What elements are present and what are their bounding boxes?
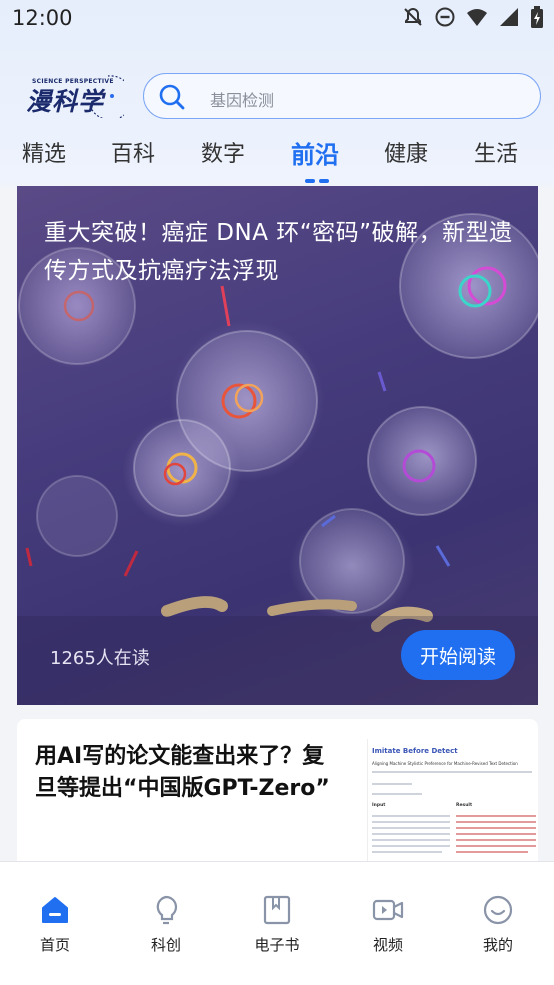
thumbnail-paper-subtitle: Aligning Machine Stylistic Preference fo…: [372, 761, 518, 766]
notifications-off-icon: [402, 6, 424, 28]
nav-ebook[interactable]: 电子书: [237, 894, 317, 955]
search-bar[interactable]: 基因检测: [143, 73, 541, 119]
nav-innovation[interactable]: 科创: [126, 894, 206, 955]
article-card[interactable]: 用AI写的论文能查出来了？复旦等提出“中国版GPT-Zero” Imitate …: [17, 719, 538, 869]
do-not-disturb-icon: [434, 6, 456, 28]
featured-article-card[interactable]: 重大突破！癌症 DNA 环“密码”破解，新型遗传方式及抗癌疗法浮现 1265人在…: [17, 186, 538, 705]
home-icon: [39, 894, 71, 926]
category-tabs: 精选 百科 数字 前沿 健康 生活: [0, 136, 554, 186]
thumbnail-input-heading: Input: [372, 803, 386, 808]
tab-digital[interactable]: 数字: [201, 136, 245, 168]
status-time: 12:00: [12, 6, 73, 30]
nav-profile[interactable]: 我的: [458, 894, 538, 955]
tab-encyclopedia[interactable]: 百科: [111, 136, 155, 168]
search-placeholder: 基因检测: [210, 91, 275, 110]
nav-home-label: 首页: [39, 936, 70, 954]
bottom-navigation: 首页 科创 电子书 视频 我的: [0, 861, 554, 985]
featured-article-title: 重大突破！癌症 DNA 环“密码”破解，新型遗传方式及抗癌疗法浮现: [44, 220, 513, 284]
wifi-icon: [466, 6, 488, 28]
ebook-icon: [261, 894, 293, 926]
nav-innovation-label: 科创: [150, 936, 181, 954]
nav-ebook-label: 电子书: [254, 936, 300, 954]
lightbulb-icon: [150, 894, 182, 926]
search-icon: [158, 83, 186, 111]
thumbnail-result-heading: Result: [456, 803, 473, 808]
tab-health[interactable]: 健康: [384, 136, 428, 168]
tab-life[interactable]: 生活: [474, 136, 518, 168]
nav-video[interactable]: 视频: [348, 894, 428, 955]
active-tab-indicator: [305, 179, 329, 183]
battery-charging-icon: [530, 6, 544, 28]
article-thumbnail: Imitate Before Detect Aligning Machine S…: [367, 739, 538, 869]
nav-profile-label: 我的: [482, 936, 513, 954]
nav-video-label: 视频: [372, 936, 403, 954]
article-title: 用AI写的论文能查出来了？复旦等提出“中国版GPT-Zero”: [35, 744, 330, 801]
signal-icon: [498, 6, 520, 28]
tab-featured[interactable]: 精选: [22, 136, 66, 168]
thumbnail-paper-title: Imitate Before Detect: [372, 747, 458, 755]
status-icons: [402, 6, 544, 28]
profile-smile-icon: [482, 894, 514, 926]
reader-count: 1265人在读: [50, 648, 150, 669]
app-logo: SCIENCE PERSPECTIVE 漫科学: [20, 66, 124, 118]
status-bar: 12:00: [0, 0, 554, 40]
video-icon: [372, 894, 404, 926]
start-reading-button[interactable]: 开始阅读: [401, 630, 515, 680]
nav-home[interactable]: 首页: [15, 894, 95, 955]
tab-frontier[interactable]: 前沿: [291, 135, 339, 170]
